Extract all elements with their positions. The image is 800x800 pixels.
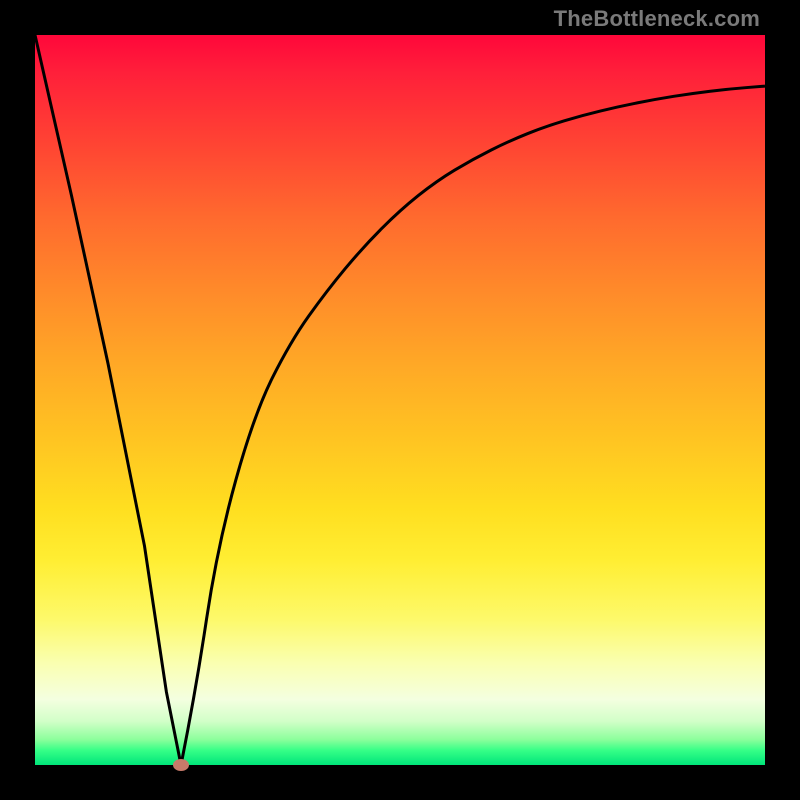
trough-marker (173, 759, 189, 771)
plot-area (35, 35, 765, 765)
watermark-text: TheBottleneck.com (554, 6, 760, 32)
curve-svg (35, 35, 765, 765)
data-curve (35, 35, 765, 765)
chart-frame: TheBottleneck.com (0, 0, 800, 800)
